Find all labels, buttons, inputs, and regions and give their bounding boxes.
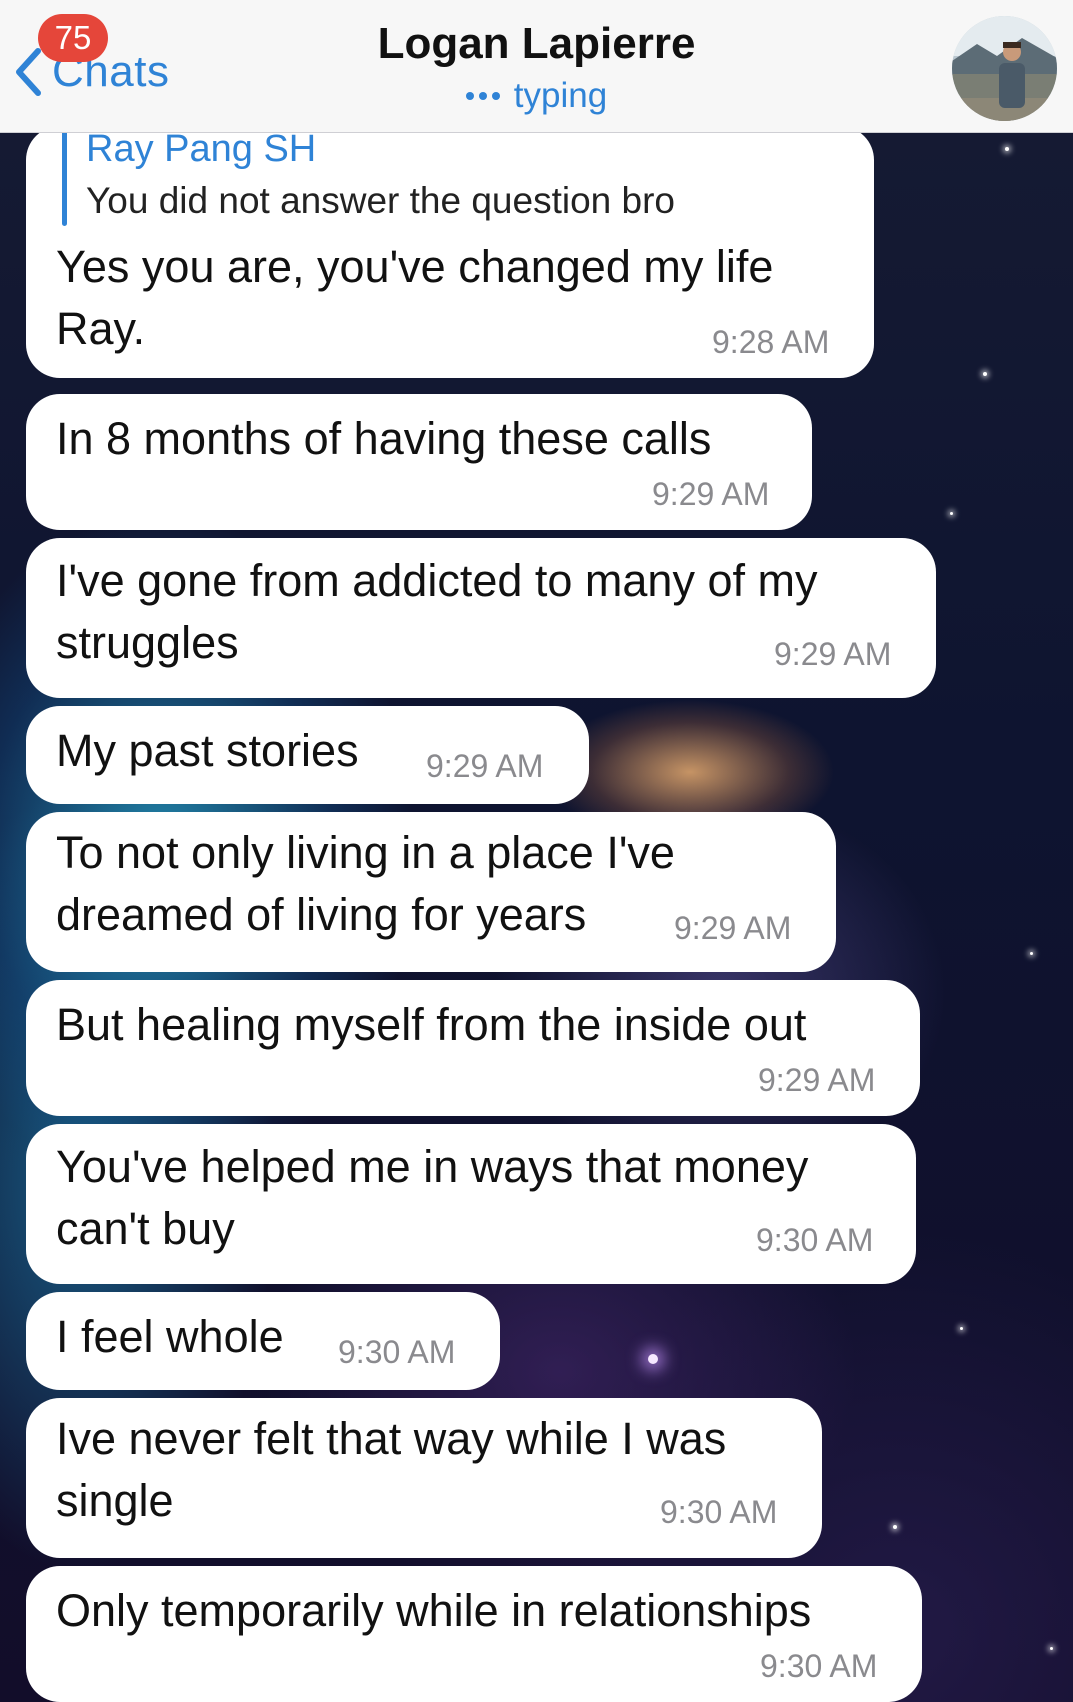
message-text: I've gone from addicted to many of my <box>56 555 818 606</box>
message-text: To not only living in a place I've <box>56 827 675 878</box>
unread-badge: 75 <box>38 14 108 62</box>
message-text: In 8 months of having these calls <box>56 413 712 464</box>
message-text: My past stories <box>56 725 359 776</box>
message-bubble[interactable]: Ive never felt that way while I was sing… <box>26 1398 822 1558</box>
message-text: single <box>56 1475 174 1526</box>
message-bubble[interactable]: In 8 months of having these calls 9:29 A… <box>26 394 812 530</box>
message-bubble[interactable]: Only temporarily while in relationships … <box>26 1566 922 1702</box>
message-bubble[interactable]: I've gone from addicted to many of my st… <box>26 538 936 698</box>
message-timestamp: 9:29 AM <box>426 748 544 784</box>
wallpaper-star <box>983 372 987 376</box>
wallpaper-star <box>648 1354 658 1364</box>
message-text: You've helped me in ways that money <box>56 1141 809 1192</box>
message-bubble[interactable]: To not only living in a place I've dream… <box>26 812 836 972</box>
avatar[interactable] <box>952 16 1057 121</box>
wallpaper-star <box>950 512 953 515</box>
wallpaper-star <box>1005 147 1009 151</box>
message-text: Ive never felt that way while I was <box>56 1413 727 1464</box>
message-text: Yes you are, you've changed my life <box>56 241 774 292</box>
message-bubble[interactable]: You've helped me in ways that money can'… <box>26 1124 916 1284</box>
wallpaper-star <box>893 1525 897 1529</box>
message-text: dreamed of living for years <box>56 889 587 940</box>
wallpaper-star <box>1050 1647 1053 1650</box>
message-timestamp: 9:28 AM <box>712 324 830 360</box>
message-timestamp: 9:30 AM <box>760 1648 878 1684</box>
wallpaper-star <box>1030 952 1033 955</box>
message-text: I feel whole <box>56 1311 284 1362</box>
message-timestamp: 9:29 AM <box>774 636 892 672</box>
avatar-photo <box>952 16 1057 121</box>
message-timestamp: 9:29 AM <box>652 476 770 512</box>
message-text: Only temporarily while in relationships <box>56 1585 812 1636</box>
message-timestamp: 9:29 AM <box>674 910 792 946</box>
message-timestamp: 9:30 AM <box>660 1494 778 1530</box>
message-bubble[interactable]: I feel whole 9:30 AM <box>26 1292 500 1390</box>
message-timestamp: 9:30 AM <box>756 1222 874 1258</box>
message-text: can't buy <box>56 1203 235 1254</box>
title-block[interactable]: Logan Lapierre typing <box>0 14 1073 118</box>
message-text: Ray. <box>56 303 146 354</box>
chat-header: Chats 75 Logan Lapierre typing <box>0 0 1073 133</box>
contact-status: typing <box>465 74 608 118</box>
message-bubble[interactable]: But healing myself from the inside out 9… <box>26 980 920 1116</box>
message-bubble[interactable]: My past stories 9:29 AM <box>26 706 589 804</box>
message-text: But healing myself from the inside out <box>56 999 807 1050</box>
reply-quote-bar <box>62 130 67 226</box>
contact-name: Logan Lapierre <box>377 19 696 68</box>
typing-dots-icon <box>465 92 500 100</box>
reply-preview-text: You did not answer the question bro <box>86 180 676 221</box>
message-bubble[interactable]: Ray Pang SH You did not answer the quest… <box>26 126 874 378</box>
status-text: typing <box>513 76 608 115</box>
message-timestamp: 9:30 AM <box>338 1334 456 1370</box>
wallpaper-star <box>960 1327 963 1330</box>
message-text: struggles <box>56 617 239 668</box>
message-timestamp: 9:29 AM <box>758 1062 876 1098</box>
